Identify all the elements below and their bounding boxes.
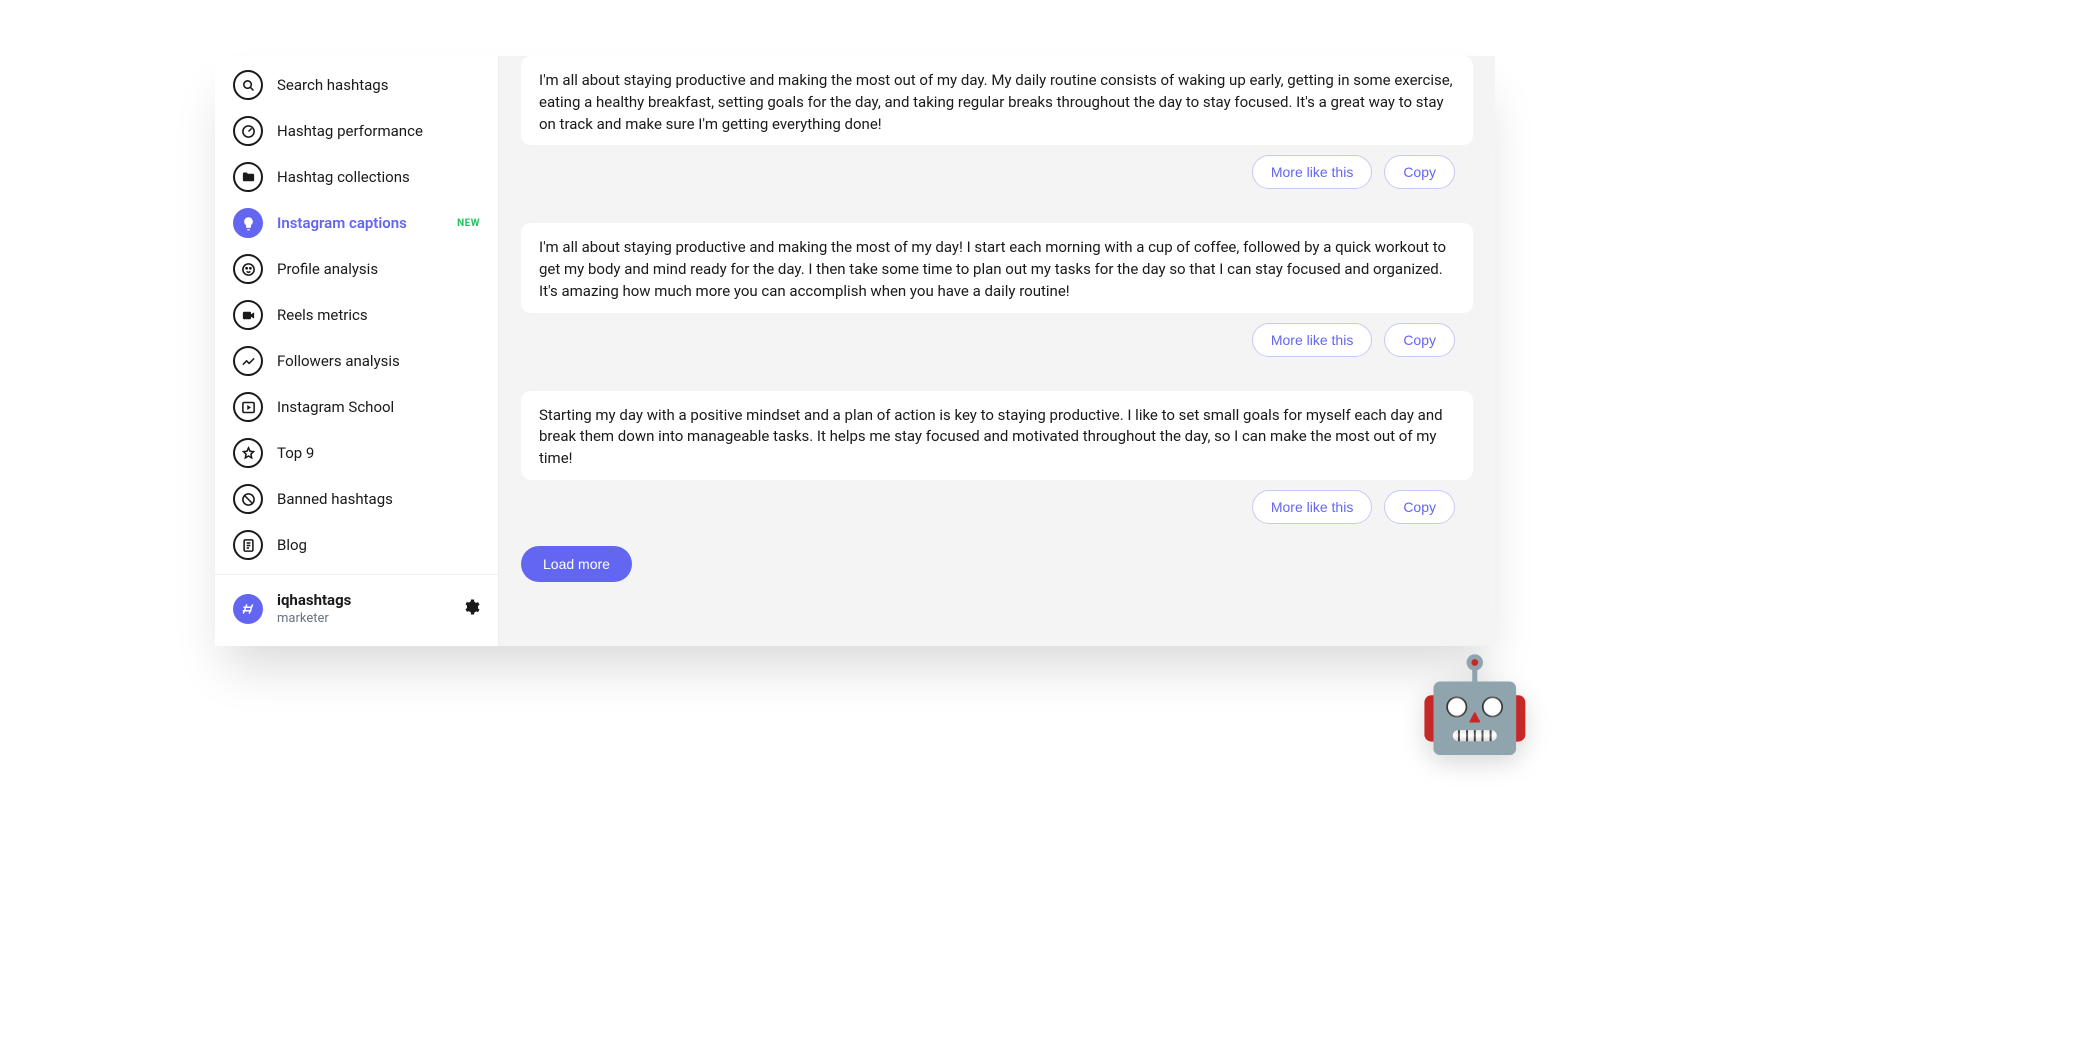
app-shell: Search hashtags Hashtag performance Hashta… <box>215 56 1495 646</box>
user-info: iqhashtags marketer <box>277 591 448 626</box>
ban-icon <box>233 484 263 514</box>
nav-list: Search hashtags Hashtag performance Hashta… <box>215 62 498 574</box>
robot-float-icon[interactable]: 🤖 <box>1417 660 1532 752</box>
sidebar-item-label: Banned hashtags <box>277 490 480 508</box>
sidebar-item-label: Instagram School <box>277 398 480 416</box>
more-like-this-button[interactable]: More like this <box>1252 323 1372 357</box>
main-content: I'm all about staying productive and mak… <box>499 56 1495 646</box>
sidebar-item-label: Top 9 <box>277 444 480 462</box>
settings-button[interactable] <box>462 598 480 620</box>
user-name: iqhashtags <box>277 591 448 609</box>
caption-text: Starting my day with a positive mindset … <box>521 391 1473 480</box>
gauge-icon <box>233 116 263 146</box>
user-avatar-icon <box>233 594 263 624</box>
sidebar-item-banned-hashtags[interactable]: Banned hashtags <box>215 476 498 522</box>
star-icon <box>233 438 263 468</box>
new-badge: NEW <box>457 218 480 229</box>
article-icon <box>233 530 263 560</box>
user-footer: iqhashtags marketer <box>215 574 498 646</box>
sidebar-item-instagram-captions[interactable]: Instagram captions NEW <box>215 200 498 246</box>
bulb-icon <box>233 208 263 238</box>
search-icon <box>233 70 263 100</box>
caption-card: Starting my day with a positive mindset … <box>521 391 1473 480</box>
trend-icon <box>233 346 263 376</box>
load-more-button[interactable]: Load more <box>521 546 632 582</box>
copy-button[interactable]: Copy <box>1384 490 1455 524</box>
sidebar-item-hashtag-performance[interactable]: Hashtag performance <box>215 108 498 154</box>
sidebar-item-top-9[interactable]: Top 9 <box>215 430 498 476</box>
caption-actions: More like this Copy <box>521 145 1473 205</box>
caption-text: I'm all about staying productive and mak… <box>521 223 1473 312</box>
user-role: marketer <box>277 611 448 626</box>
load-more-area: Load more <box>521 540 1473 582</box>
sidebar-item-blog[interactable]: Blog <box>215 522 498 568</box>
caption-actions: More like this Copy <box>521 480 1473 540</box>
sidebar-item-label: Followers analysis <box>277 352 480 370</box>
sidebar-item-search-hashtags[interactable]: Search hashtags <box>215 62 498 108</box>
sidebar-item-followers-analysis[interactable]: Followers analysis <box>215 338 498 384</box>
sidebar-item-label: Instagram captions <box>277 214 443 232</box>
sidebar-item-label: Profile analysis <box>277 260 480 278</box>
play-icon <box>233 392 263 422</box>
sidebar-item-instagram-school[interactable]: Instagram School <box>215 384 498 430</box>
sidebar-item-label: Hashtag performance <box>277 122 480 140</box>
sidebar-item-label: Search hashtags <box>277 76 480 94</box>
copy-button[interactable]: Copy <box>1384 155 1455 189</box>
folder-icon <box>233 162 263 192</box>
sidebar-item-profile-analysis[interactable]: Profile analysis <box>215 246 498 292</box>
more-like-this-button[interactable]: More like this <box>1252 490 1372 524</box>
sidebar: Search hashtags Hashtag performance Hashta… <box>215 56 499 646</box>
more-like-this-button[interactable]: More like this <box>1252 155 1372 189</box>
sidebar-item-label: Reels metrics <box>277 306 480 324</box>
caption-card: I'm all about staying productive and mak… <box>521 56 1473 145</box>
sidebar-item-label: Blog <box>277 536 480 554</box>
caption-actions: More like this Copy <box>521 313 1473 373</box>
caption-card: I'm all about staying productive and mak… <box>521 223 1473 312</box>
sidebar-item-label: Hashtag collections <box>277 168 480 186</box>
video-icon <box>233 300 263 330</box>
sidebar-item-hashtag-collections[interactable]: Hashtag collections <box>215 154 498 200</box>
copy-button[interactable]: Copy <box>1384 323 1455 357</box>
face-icon <box>233 254 263 284</box>
caption-text: I'm all about staying productive and mak… <box>521 56 1473 145</box>
sidebar-item-reels-metrics[interactable]: Reels metrics <box>215 292 498 338</box>
